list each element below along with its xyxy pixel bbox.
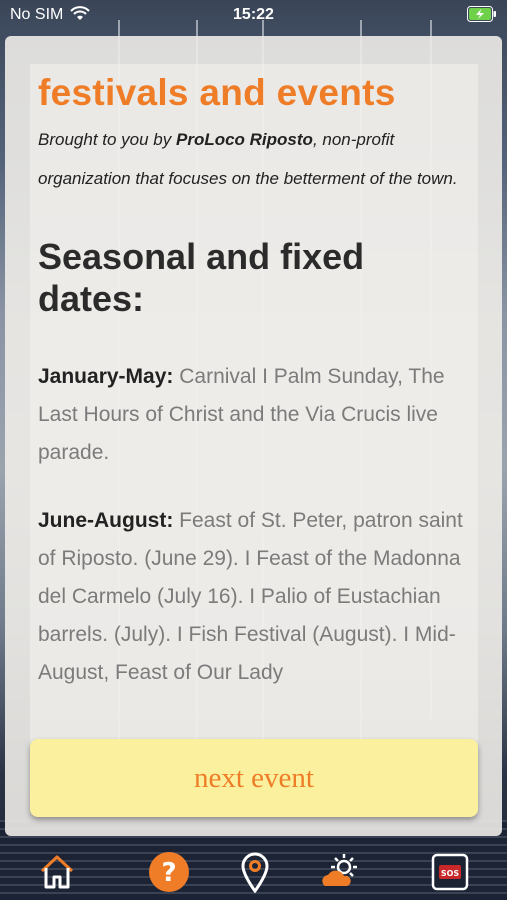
page-title: festivals and events (38, 72, 396, 113)
svg-text:?: ? (161, 858, 176, 888)
sos-label: SOS (440, 869, 460, 878)
status-bar: No SIM 15:22 (0, 0, 507, 30)
tab-home[interactable] (35, 852, 79, 896)
clock: 15:22 (233, 6, 274, 23)
intro-text: Brought to you by ProLoco Riposto, non-p… (38, 120, 468, 198)
help-icon: ? (148, 851, 190, 898)
section-title: Seasonal and fixed dates: (38, 236, 365, 319)
tab-bar: ? SOS (0, 846, 507, 900)
tab-weather[interactable] (318, 852, 362, 896)
intro-prefix: Brought to you by (38, 130, 176, 149)
next-event-button[interactable]: next event (30, 739, 478, 817)
scroll-content[interactable]: festivals and events Brought to you by P… (30, 64, 478, 744)
content-card: festivals and events Brought to you by P… (5, 36, 502, 836)
intro-org-name: ProLoco Riposto (175, 130, 313, 149)
event-entry: January-May: Carnival I Palm Sunday, The… (38, 358, 468, 472)
event-entry: June-August: Feast of St. Peter, patron … (38, 502, 468, 692)
weather-icon (319, 852, 361, 897)
entry-label: June-August: (38, 509, 174, 532)
entry-label: January-May: (38, 365, 174, 388)
home-icon (37, 852, 77, 897)
tab-sos[interactable]: SOS (428, 852, 472, 896)
tab-map[interactable] (233, 852, 277, 896)
tab-help[interactable]: ? (147, 851, 191, 898)
battery-charging-icon (467, 6, 497, 22)
entry-text: Feast of St. Peter, patron saint of Ripo… (38, 509, 463, 684)
map-pin-icon (240, 851, 270, 898)
